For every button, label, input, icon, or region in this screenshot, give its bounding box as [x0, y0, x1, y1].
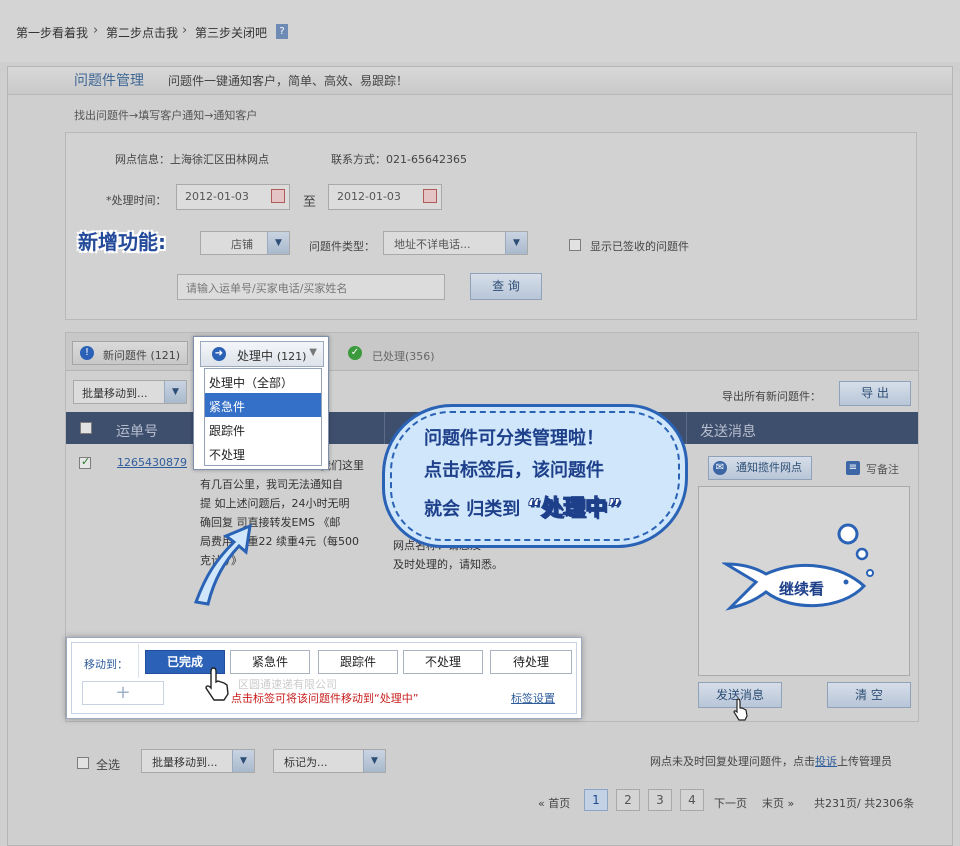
note-icon: ≡: [846, 461, 860, 475]
breadcrumb-step-2[interactable]: 第二步点击我: [106, 24, 178, 41]
chevron-right-icon: ›: [93, 23, 99, 38]
tab-processed-label: 已处理: [372, 350, 405, 363]
new-feature-label: 新增功能:: [78, 230, 166, 254]
next-page-link[interactable]: 下一页: [714, 795, 747, 811]
complaint-prefix: 网点未及时回复处理问题件，点击: [650, 755, 815, 768]
check-icon: ✓: [81, 455, 91, 468]
fish-icon[interactable]: [722, 520, 882, 615]
tab-new-label: 新问题件: [103, 349, 147, 362]
calendar-icon[interactable]: [423, 189, 437, 203]
workflow-steps: 找出问题件→填写客户通知→通知客户: [74, 109, 258, 122]
time-label: *处理时间：: [106, 194, 167, 207]
hand-cursor-icon: [733, 698, 748, 721]
option-urgent[interactable]: 紧急件: [205, 393, 321, 417]
chevron-down-icon[interactable]: ▼: [164, 381, 186, 403]
move-pending-button[interactable]: 待处理: [490, 650, 572, 674]
move-no-handle-button[interactable]: 不处理: [403, 650, 483, 674]
chevron-down-icon: ▼: [309, 347, 317, 358]
complaint-notice: 网点未及时回复处理问题件，点击投诉上传管理员: [650, 753, 892, 769]
show-signed-checkbox[interactable]: [569, 239, 581, 251]
tab-processing-count: (121): [276, 350, 307, 363]
option-tracking[interactable]: 跟踪件: [205, 417, 321, 441]
complaint-link[interactable]: 投诉: [815, 755, 837, 768]
option-processing-all[interactable]: 处理中（全部）: [205, 369, 321, 393]
last-page-link[interactable]: 末页 »: [762, 795, 794, 811]
tab-new-count: (121): [150, 349, 181, 362]
notice-line-2: 及时处理的，请知悉。: [393, 558, 503, 571]
tip-line-1: 问题件可分类管理啦！: [424, 428, 604, 449]
page-1[interactable]: 1: [584, 789, 608, 811]
arrow-right-icon: ➜: [212, 347, 226, 361]
show-signed-label: 显示已签收的问题件: [590, 240, 689, 253]
to-label: 至: [303, 195, 317, 210]
add-tag-button[interactable]: +: [82, 681, 164, 705]
column-waybill: 运单号: [116, 424, 158, 440]
breadcrumb-step-1[interactable]: 第一步看着我: [16, 24, 88, 41]
tip-line-3-prefix: 就会 归类到: [424, 499, 521, 520]
select-all-label: 全选: [96, 758, 121, 772]
export-label: 导出所有新问题件：: [722, 390, 821, 403]
search-input[interactable]: 请输入运单号/买家电话/买家姓名: [177, 274, 445, 300]
panel-header: [8, 67, 952, 95]
move-hint-text: 点击标签可将该问题件移动到“处理中”: [231, 692, 419, 705]
tip-line-3: 就会 归类到 “处理中”: [424, 490, 622, 522]
status-options: 处理中（全部） 紧急件 跟踪件 不处理: [204, 368, 322, 466]
chevron-right-icon: ›: [182, 23, 188, 38]
complaint-suffix: 上传管理员: [837, 755, 892, 768]
move-tracking-button[interactable]: 跟踪件: [318, 650, 398, 674]
type-label: 问题件类型：: [309, 240, 375, 253]
export-button[interactable]: 导 出: [839, 381, 911, 406]
page-4[interactable]: 4: [680, 789, 704, 811]
chevron-down-icon[interactable]: ▼: [505, 232, 527, 254]
continue-label[interactable]: 继续看: [779, 578, 824, 599]
tip-line-2: 点击标签后，该问题件: [424, 460, 604, 481]
site-info: 网点信息：上海徐汇区田林网点: [115, 153, 269, 166]
waybill-link[interactable]: 1265430879: [117, 456, 187, 469]
select-all-checkbox-header[interactable]: [80, 422, 92, 434]
select-all-checkbox[interactable]: [77, 757, 89, 769]
chevron-down-icon[interactable]: ▼: [363, 750, 385, 772]
option-no-handle[interactable]: 不处理: [205, 441, 321, 465]
page-title: 问题件管理: [74, 73, 144, 89]
column-divider: [384, 412, 385, 444]
page-2[interactable]: 2: [616, 789, 640, 811]
hand-cursor-icon: [205, 667, 229, 701]
tag-settings-link[interactable]: 标签设置: [511, 690, 555, 706]
move-to-label: 移动到：: [84, 658, 128, 671]
first-page-link[interactable]: « 首页: [538, 795, 570, 811]
column-divider: [686, 412, 687, 444]
write-note-button[interactable]: 写备注: [866, 461, 899, 477]
tab-processed[interactable]: 已处理(356): [372, 348, 435, 364]
breadcrumb-step-3[interactable]: 第三步关闭吧: [195, 24, 267, 41]
contact-info: 联系方式：021-65642365: [331, 153, 467, 166]
page-subtitle: 问题件一键通知客户，简单、高效、易跟踪！: [168, 74, 409, 88]
chevron-down-icon[interactable]: ▼: [232, 750, 254, 772]
tip-highlight: “处理中”: [526, 496, 622, 522]
page-3[interactable]: 3: [648, 789, 672, 811]
divider: [138, 644, 139, 678]
tab-processing-label: 处理中: [237, 349, 274, 363]
column-send: 发送消息: [700, 424, 756, 440]
move-urgent-button[interactable]: 紧急件: [230, 650, 310, 674]
calendar-icon[interactable]: [271, 189, 285, 203]
row-checkbox[interactable]: ✓: [79, 455, 91, 469]
help-icon[interactable]: ?: [276, 24, 288, 39]
curved-arrow-icon: [193, 523, 252, 606]
query-button[interactable]: 查 询: [470, 273, 542, 300]
tab-processed-count: (356): [405, 350, 435, 363]
clear-button[interactable]: 清 空: [827, 682, 911, 708]
chevron-down-icon[interactable]: ▼: [267, 232, 289, 254]
check-icon: ✓: [348, 346, 362, 360]
info-icon: !: [80, 346, 94, 360]
content-line: 有几百公里，我司无法通知自: [200, 478, 343, 491]
mail-icon: ✉: [713, 461, 727, 475]
content-line: 提 如上述问题后，24小时无明: [200, 497, 350, 510]
page-summary: 共231页/ 共2306条: [814, 797, 915, 810]
